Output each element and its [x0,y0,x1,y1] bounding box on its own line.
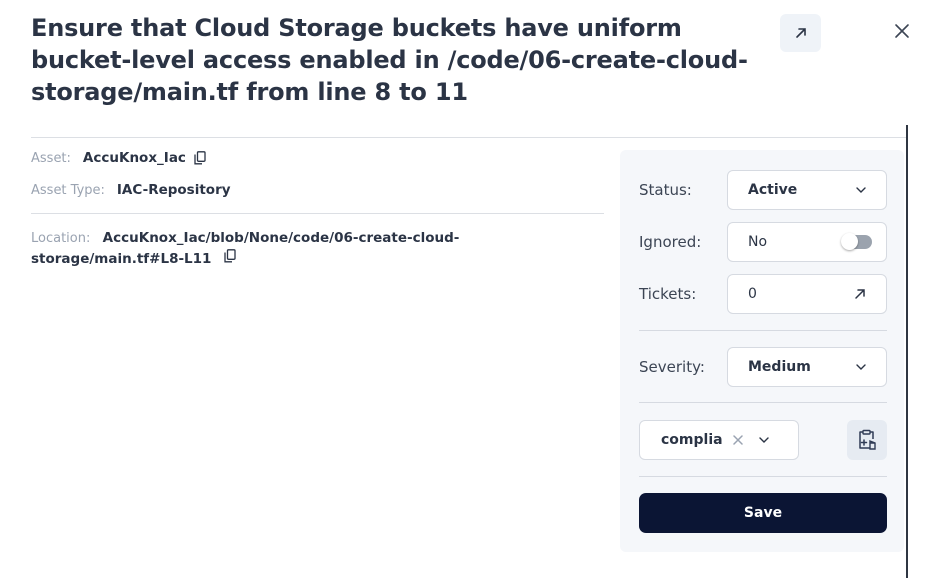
add-tag-icon [859,429,876,450]
close-button[interactable] [889,18,915,44]
tags-select[interactable]: compliance [639,420,799,460]
open-external-button[interactable] [780,14,821,52]
panel-divider [639,402,887,403]
chevron-down-icon [856,364,866,370]
close-icon [895,24,909,38]
clear-icon[interactable] [733,435,743,445]
asset-value: AccuKnox_Iac [82,150,186,166]
scrollbar[interactable] [906,125,908,578]
page-title: Ensure that Cloud Storage buckets have u… [31,14,748,106]
ignored-label: Ignored: [639,233,702,251]
ignored-toggle[interactable] [841,233,872,250]
copy-icon[interactable] [224,249,236,263]
save-button[interactable]: Save [639,493,887,533]
status-value: Active [748,182,798,198]
chevron-down-icon [856,187,866,193]
tickets-field[interactable]: 0 [727,274,887,314]
ignored-value: No [748,234,768,250]
tickets-value: 0 [748,286,757,302]
location-label: Location: [31,231,91,246]
ignored-field: No [727,222,887,262]
status-label: Status: [639,181,692,199]
tickets-label: Tickets: [639,285,697,303]
severity-select[interactable]: Medium [727,347,887,387]
asset-label: Asset: [31,150,71,166]
metadata-divider [31,213,604,214]
asset-type-row: Asset Type: IAC-Repository [31,182,231,198]
status-select[interactable]: Active [727,170,887,210]
arrow-up-right-icon[interactable] [854,288,866,300]
details-panel: Status: Active Ignored: No Tickets: 0 Se… [620,150,904,552]
location-value: AccuKnox_Iac/blob/None/code/06-create-cl… [31,230,460,267]
arrow-up-right-icon [795,28,806,38]
chevron-down-icon[interactable] [759,437,769,443]
copy-icon[interactable] [194,151,206,165]
header-divider [31,137,908,138]
location-row: Location: AccuKnox_Iac/blob/None/code/06… [31,228,531,269]
asset-type-label: Asset Type: [31,182,105,198]
asset-type-value: IAC-Repository [116,182,231,198]
tags-value: compliance [661,432,723,448]
panel-divider [639,330,887,331]
asset-row: Asset: AccuKnox_Iac [31,150,206,166]
severity-value: Medium [748,359,811,375]
panel-divider [639,476,887,477]
add-tag-button[interactable] [847,420,887,460]
severity-label: Severity: [639,358,705,376]
